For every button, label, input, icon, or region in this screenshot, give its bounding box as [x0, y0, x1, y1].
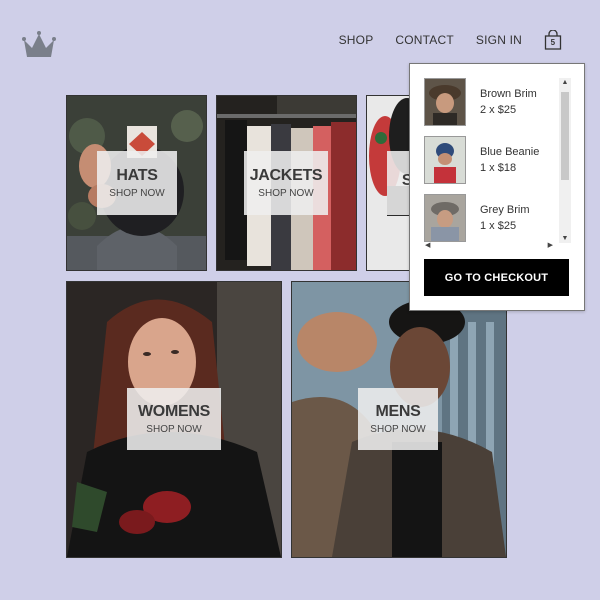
category-tile-jackets[interactable]: JACKETS SHOP NOW: [216, 95, 357, 271]
cart-dropdown: Brown Brim 2 x $25 Blue Beanie 1 x $18 G…: [409, 63, 585, 311]
blue-beanie-thumbnail: [424, 136, 466, 184]
cart-item[interactable]: Blue Beanie 1 x $18: [424, 136, 554, 194]
nav-link-shop[interactable]: SHOP: [339, 33, 374, 47]
scroll-up-icon[interactable]: ▲: [559, 79, 571, 86]
grey-brim-thumbnail: [424, 194, 466, 242]
cart-vertical-scrollbar[interactable]: ▲ ▼: [559, 78, 571, 243]
cart-item[interactable]: Grey Brim 1 x $25: [424, 194, 554, 243]
scroll-left-icon[interactable]: ◀: [425, 241, 430, 249]
nav-link-contact[interactable]: CONTACT: [395, 33, 454, 47]
cart-item-name: Brown Brim: [480, 88, 537, 100]
scrollbar-thumb[interactable]: [561, 92, 569, 180]
womens-title: WOMENS: [138, 402, 210, 420]
mens-shop-now[interactable]: SHOP NOW: [370, 424, 425, 435]
jackets-title: JACKETS: [249, 166, 323, 184]
mens-title: MENS: [375, 402, 421, 420]
cart-horizontal-scrollbar[interactable]: ◀ ▶: [424, 241, 554, 253]
womens-label[interactable]: WOMENS SHOP NOW: [127, 388, 221, 450]
hats-label[interactable]: HATS SHOP NOW: [97, 151, 177, 215]
scroll-right-icon[interactable]: ▶: [548, 241, 553, 249]
cart-item-qty: 1 x $18: [480, 162, 517, 175]
hats-shop-now[interactable]: SHOP NOW: [109, 188, 164, 199]
jackets-label[interactable]: JACKETS SHOP NOW: [244, 151, 328, 215]
mens-label[interactable]: MENS SHOP NOW: [358, 388, 438, 450]
checkout-button[interactable]: GO TO CHECKOUT: [424, 259, 569, 296]
top-nav: SHOP CONTACT SIGN IN 5: [339, 30, 562, 50]
cart-item-qty: 1 x $25: [480, 220, 517, 233]
cart-item[interactable]: Brown Brim 2 x $25: [424, 78, 554, 136]
brown-brim-thumbnail: [424, 78, 466, 126]
hats-title: HATS: [116, 166, 158, 184]
cart-item-qty: 2 x $25: [480, 104, 517, 117]
category-tile-mens[interactable]: MENS SHOP NOW: [291, 281, 507, 558]
crown-logo-icon[interactable]: [20, 28, 58, 60]
category-tile-hats[interactable]: HATS SHOP NOW: [66, 95, 207, 271]
cart-items-list[interactable]: Brown Brim 2 x $25 Blue Beanie 1 x $18 G…: [424, 78, 554, 243]
category-tile-womens[interactable]: WOMENS SHOP NOW: [66, 281, 282, 558]
scroll-down-icon[interactable]: ▼: [559, 235, 571, 242]
cart-item-name: Blue Beanie: [480, 146, 540, 158]
cart-item-name: Grey Brim: [480, 204, 530, 216]
womens-shop-now[interactable]: SHOP NOW: [146, 424, 201, 435]
shopping-bag-icon[interactable]: 5: [544, 30, 562, 50]
cart-count-badge: 5: [550, 38, 556, 47]
nav-link-sign-in[interactable]: SIGN IN: [476, 33, 522, 47]
jackets-shop-now[interactable]: SHOP NOW: [258, 188, 313, 199]
